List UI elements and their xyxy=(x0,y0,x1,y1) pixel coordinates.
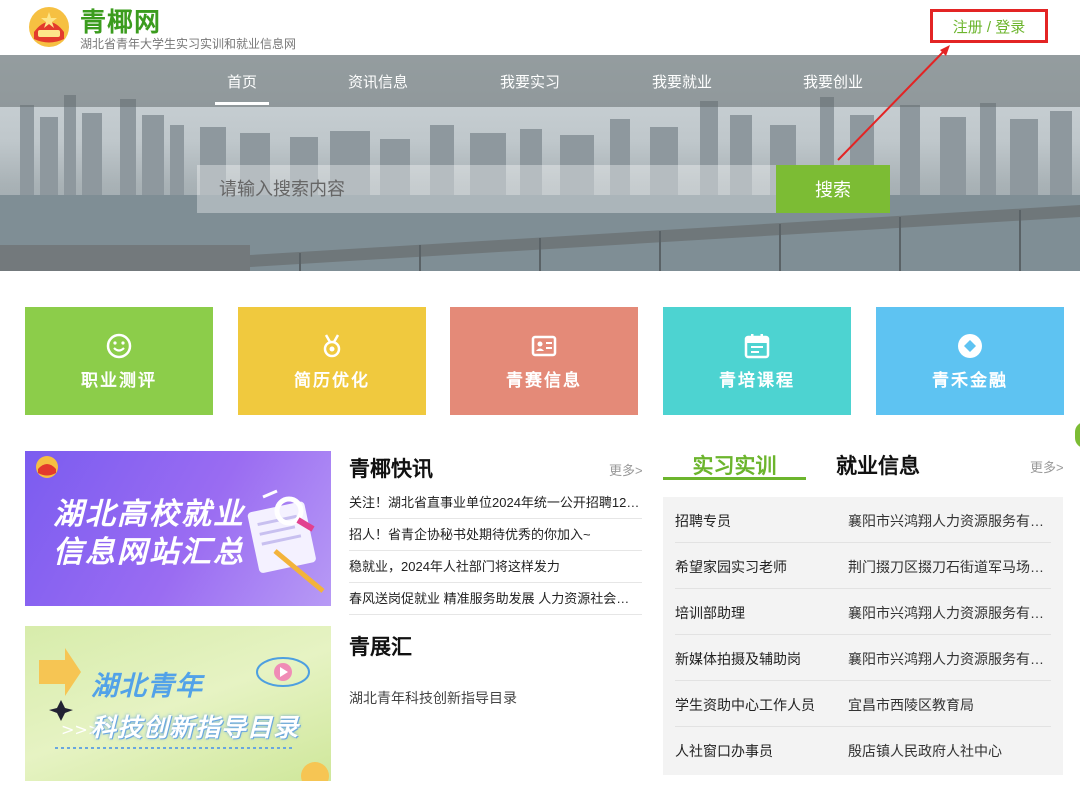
tile-training-courses[interactable]: 青培课程 xyxy=(663,307,851,415)
job-company: 襄阳市兴鸿翔人力资源服务有限公司 xyxy=(848,605,1048,621)
job-title: 培训部助理 xyxy=(675,605,745,621)
banner-university-job-sites[interactable]: 湖北高校就业 信息网站汇总 xyxy=(25,451,331,606)
job-row[interactable]: 学生资助中心工作人员 宜昌市西陵区教育局 xyxy=(675,681,1051,727)
youth-league-emblem-icon[interactable] xyxy=(28,6,70,48)
job-company: 殷店镇人民政府人社中心 xyxy=(848,743,1002,759)
expo-link[interactable]: 湖北青年科技创新指导目录 xyxy=(349,688,517,708)
side-float-tab[interactable] xyxy=(1075,422,1080,448)
hero-banner: 首页 资讯信息 我要实习 我要就业 我要创业 搜索 xyxy=(0,55,1080,271)
banner-youth-tech-guide[interactable]: >>> 湖北青年 科技创新指导目录 xyxy=(25,626,331,781)
jobs-more-link[interactable]: 更多> xyxy=(1030,457,1064,476)
nav-news[interactable]: 资讯信息 xyxy=(348,71,408,92)
id-card-icon xyxy=(531,335,557,356)
login-highlight-box: 注册 / 登录 xyxy=(930,9,1048,43)
nav-home[interactable]: 首页 xyxy=(214,71,270,105)
tile-resume-optimize[interactable]: 简历优化 xyxy=(238,307,426,415)
tab-employment-info[interactable]: 就业信息 xyxy=(836,450,920,480)
news-more-link[interactable]: 更多> xyxy=(609,460,643,479)
tile-label: 青赛信息 xyxy=(506,370,582,390)
job-company: 襄阳市兴鸿翔人力资源服务有限公司 xyxy=(848,651,1048,667)
tile-label: 青培课程 xyxy=(719,370,795,390)
banner1-title-line2: 信息网站汇总 xyxy=(53,536,245,569)
tab-internship-training[interactable]: 实习实训 xyxy=(663,450,806,480)
news-item[interactable]: 春风送岗促就业 精准服务助发展 人力资源社会保障部门在行动 xyxy=(349,583,642,615)
expo-section-title: 青展汇 xyxy=(349,636,412,659)
tile-competition-info[interactable]: 青赛信息 xyxy=(450,307,638,415)
job-title: 希望家园实习老师 xyxy=(675,559,787,575)
job-company: 襄阳市兴鸿翔人力资源服务有限公司 xyxy=(848,513,1048,529)
site-name[interactable]: 青椰网 xyxy=(80,2,161,39)
job-company: 荆门掇刀区掇刀石街道军马场社区 xyxy=(848,559,1048,575)
banner2-title-line2: 科技创新指导目录 xyxy=(91,714,300,742)
news-item[interactable]: 稳就业，2024年人社部门将这样发力 xyxy=(349,551,642,583)
tile-label: 职业测评 xyxy=(81,370,157,390)
banner2-title-line1: 湖北青年 xyxy=(91,671,203,701)
job-row[interactable]: 人社窗口办事员 殷店镇人民政府人社中心 xyxy=(675,727,1051,773)
news-item[interactable]: 招人！省青企协秘书处期待优秀的你加入~ xyxy=(349,519,642,551)
job-company: 宜昌市西陵区教育局 xyxy=(848,697,974,713)
tile-career-assessment[interactable]: 职业测评 xyxy=(25,307,213,415)
smiley-icon xyxy=(106,333,132,358)
job-row[interactable]: 新媒体拍摄及辅助岗 襄阳市兴鸿翔人力资源服务有限公司 xyxy=(675,635,1051,681)
banner-decoration: >>> xyxy=(39,648,329,781)
job-title: 学生资助中心工作人员 xyxy=(675,697,815,713)
job-title: 人社窗口办事员 xyxy=(675,743,773,759)
search-button[interactable]: 搜索 xyxy=(776,165,890,213)
search-input[interactable] xyxy=(197,165,777,213)
job-row[interactable]: 招聘专员 襄阳市兴鸿翔人力资源服务有限公司 xyxy=(675,497,1051,543)
tile-label: 青禾金融 xyxy=(932,370,1008,390)
job-title: 新媒体拍摄及辅助岗 xyxy=(675,651,801,667)
news-item[interactable]: 关注！湖北省直事业单位2024年统一公开招聘1209人 xyxy=(349,487,642,519)
tile-label: 简历优化 xyxy=(294,370,370,390)
tile-finance[interactable]: 青禾金融 xyxy=(876,307,1064,415)
job-title: 招聘专员 xyxy=(675,513,731,529)
medal-icon xyxy=(323,333,341,357)
news-section-title: 青椰快讯 xyxy=(349,458,433,481)
site-header: 青椰网 湖北省青年大学生实习实训和就业信息网 注册 / 登录 xyxy=(0,0,1080,55)
job-row[interactable]: 培训部助理 襄阳市兴鸿翔人力资源服务有限公司 xyxy=(675,589,1051,635)
job-row[interactable]: 希望家园实习老师 荆门掇刀区掇刀石街道军马场社区 xyxy=(675,543,1051,589)
calendar-icon xyxy=(744,333,770,358)
site-subtitle: 湖北省青年大学生实习实训和就业信息网 xyxy=(80,37,297,51)
register-login-link[interactable]: 注册 / 登录 xyxy=(953,16,1026,37)
diamond-coin-icon xyxy=(958,333,982,358)
jobs-list: 招聘专员 襄阳市兴鸿翔人力资源服务有限公司 希望家园实习老师 荆门掇刀区掇刀石街… xyxy=(663,497,1063,775)
nav-internship[interactable]: 我要实习 xyxy=(500,71,560,92)
nav-employment[interactable]: 我要就业 xyxy=(652,71,712,92)
nav-startup[interactable]: 我要创业 xyxy=(803,71,863,92)
main-nav: 首页 资讯信息 我要实习 我要就业 我要创业 xyxy=(0,55,1080,107)
